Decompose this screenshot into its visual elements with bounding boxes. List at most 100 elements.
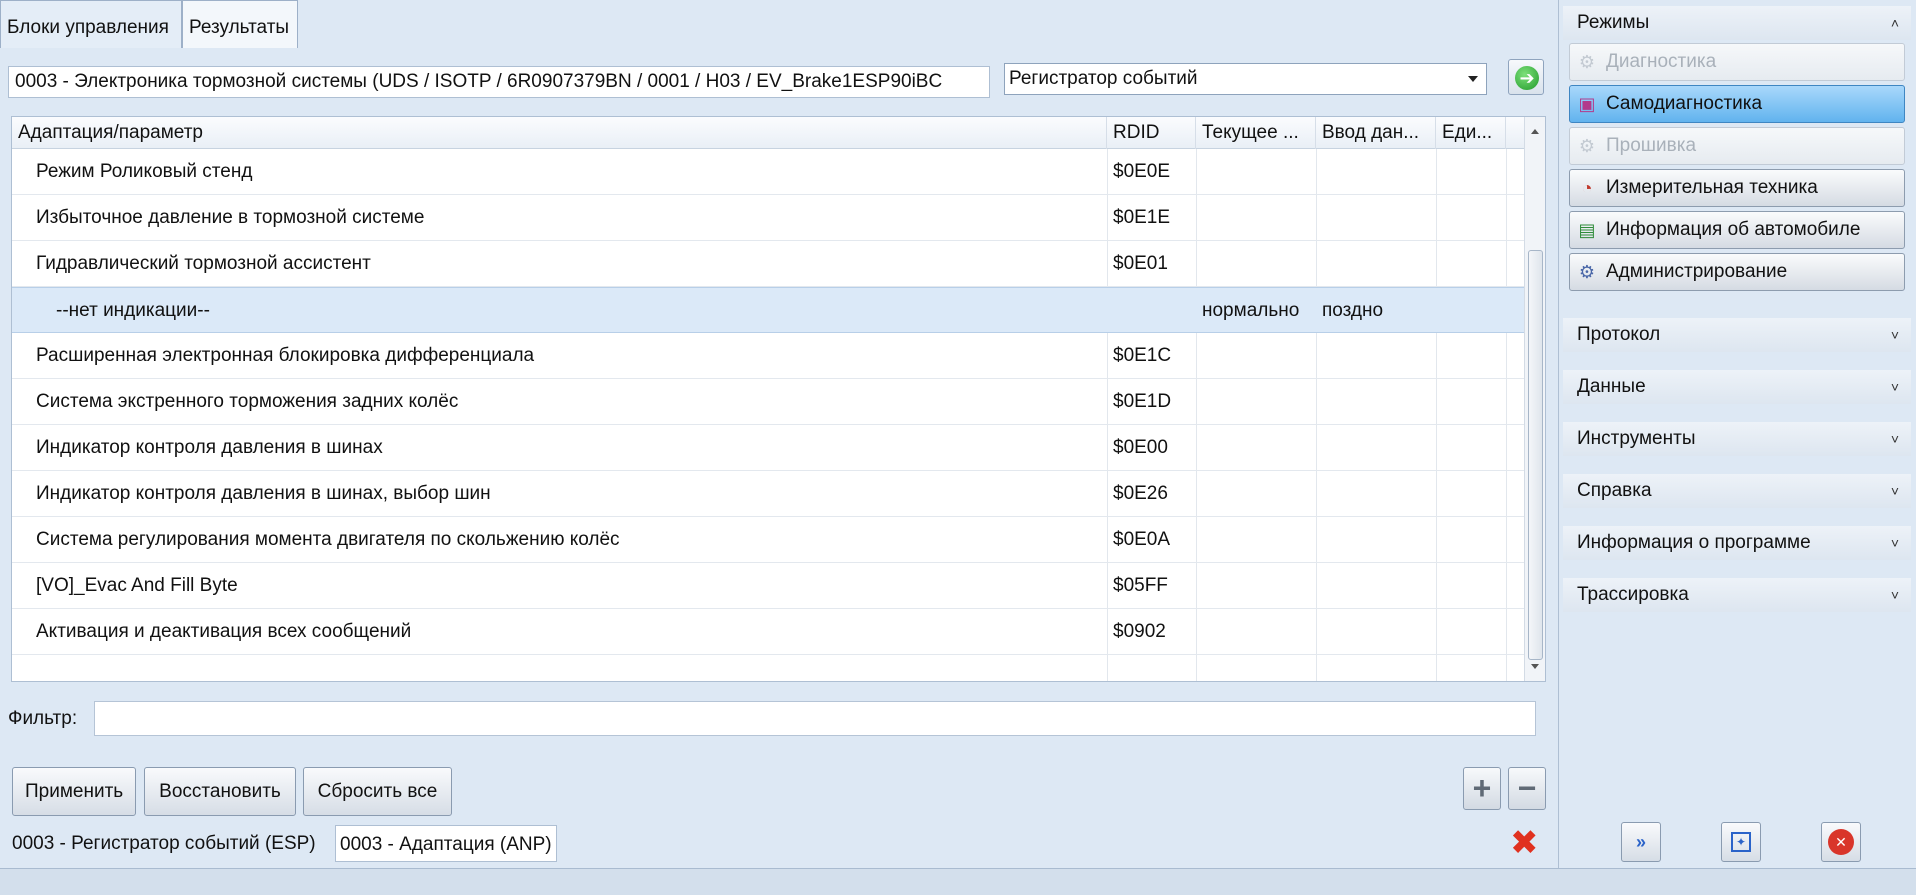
forward-button[interactable]: » — [1621, 822, 1661, 862]
param-cell: Индикатор контроля давления в шинах — [36, 437, 383, 458]
table-row[interactable]: Избыточное давление в тормозной системе … — [12, 195, 1524, 241]
apply-button[interactable]: Применить — [12, 767, 136, 816]
scroll-up-icon[interactable] — [1531, 129, 1539, 134]
table-row[interactable]: Система экстренного торможения задних ко… — [12, 379, 1524, 425]
param-cell: Индикатор контроля давления в шинах, выб… — [36, 483, 491, 504]
rdid-cell: $0E26 — [1113, 483, 1168, 504]
chevron-down-icon: ˅ — [1890, 535, 1899, 551]
table-row-selected[interactable]: --нет индикации-- нормально поздно — [12, 287, 1524, 333]
rdid-cell: $0E1D — [1113, 391, 1172, 412]
double-chevron-right-icon: » — [1635, 832, 1646, 852]
rdid-cell: $0E1C — [1113, 345, 1172, 366]
rdid-cell: $0E1E — [1113, 207, 1171, 228]
param-cell: Избыточное давление в тормозной системе — [36, 207, 425, 228]
tab-results[interactable]: Результаты — [182, 0, 298, 48]
mode-label: Администрирование — [1606, 261, 1788, 282]
section-tools[interactable]: Инструменты ˅ — [1563, 422, 1911, 456]
remove-button[interactable]: − — [1508, 767, 1546, 810]
chevron-down-icon — [1468, 76, 1478, 82]
table-row[interactable]: Режим Роликовый стенд $0E0E — [12, 149, 1524, 195]
chevron-up-icon: ˄ — [1890, 15, 1899, 31]
table-row[interactable]: [VO]_Evac And Fill Byte $05FF — [12, 563, 1524, 609]
section-label: Трассировка — [1577, 584, 1689, 605]
table-row[interactable]: Индикатор контроля давления в шинах $0E0… — [12, 425, 1524, 471]
right-panel: Режимы ˄ ⚙ Диагностика ▣ Самодиагностика… — [1558, 0, 1916, 868]
table-row[interactable]: Активация и деактивация всех сообщений $… — [12, 609, 1524, 655]
status-bar — [0, 868, 1916, 895]
mode-label: Информация об автомобиле — [1606, 219, 1861, 240]
section-protocol[interactable]: Протокол ˅ — [1563, 318, 1911, 352]
section-modes-label: Режимы — [1577, 12, 1650, 33]
tab-control-units[interactable]: Блоки управления — [0, 0, 182, 48]
rdid-cell: $05FF — [1113, 575, 1168, 596]
rdid-cell: $0E0A — [1113, 529, 1171, 550]
col-header-unit[interactable]: Еди... — [1436, 117, 1506, 149]
mode-select[interactable]: Регистратор событий — [1004, 63, 1487, 95]
rdid-cell: $0E01 — [1113, 253, 1168, 274]
col-header-input[interactable]: Ввод дан... — [1316, 117, 1436, 149]
chevron-down-icon: ˅ — [1890, 483, 1899, 499]
mode-label: Диагностика — [1606, 51, 1717, 72]
scroll-down-icon[interactable] — [1531, 664, 1539, 669]
books-icon: ▤ — [1578, 220, 1596, 240]
section-about[interactable]: Информация о программе ˅ — [1563, 526, 1911, 560]
restore-button[interactable]: Восстановить — [144, 767, 296, 816]
filter-input[interactable] — [94, 701, 1536, 736]
chevron-down-icon: ˅ — [1890, 431, 1899, 447]
table-scrollbar[interactable] — [1524, 117, 1545, 681]
gauge-icon: ◔ — [1581, 178, 1593, 198]
section-modes[interactable]: Режимы ˄ — [1563, 6, 1911, 40]
section-label: Справка — [1577, 480, 1652, 501]
col-header-rdid[interactable]: RDID — [1107, 117, 1196, 149]
param-cell: Гидравлический тормозной ассистент — [36, 253, 371, 274]
main-panel: Блоки управления Результаты 0003 - Элект… — [0, 0, 1558, 868]
col-header-current[interactable]: Текущее ... — [1196, 117, 1316, 149]
scrollbar-thumb[interactable] — [1528, 250, 1543, 660]
mode-label: Самодиагностика — [1606, 93, 1763, 114]
rdid-cell: $0E0E — [1113, 161, 1171, 182]
mode-vehicle-info[interactable]: ▤ Информация об автомобиле — [1569, 211, 1905, 249]
mode-label: Измерительная техника — [1606, 177, 1818, 198]
arrow-right-icon: ➔ — [1515, 66, 1539, 90]
col-header-param[interactable]: Адаптация/параметр — [12, 117, 1107, 149]
bottom-tab-adaptation[interactable]: 0003 - Адаптация (ANP) — [335, 825, 557, 862]
filter-label: Фильтр: — [8, 708, 78, 729]
section-tracing[interactable]: Трассировка ˅ — [1563, 578, 1911, 612]
close-icon[interactable]: ✖ — [1510, 826, 1539, 860]
param-cell: Активация и деактивация всех сообщений — [36, 621, 412, 642]
bottom-tab-event-recorder[interactable]: 0003 - Регистратор событий (ESP) — [8, 825, 320, 862]
mode-diagnostics: ⚙ Диагностика — [1569, 43, 1905, 81]
table-row[interactable]: Расширенная электронная блокировка диффе… — [12, 333, 1524, 379]
mode-administration[interactable]: ⚙ Администрирование — [1569, 253, 1905, 291]
param-cell: Расширенная электронная блокировка диффе… — [36, 345, 535, 366]
reset-all-button[interactable]: Сбросить все — [303, 767, 452, 816]
exit-button[interactable]: ✕ — [1821, 822, 1861, 862]
rdid-cell: $0E00 — [1113, 437, 1168, 458]
table-row[interactable]: Система регулирования момента двигателя … — [12, 517, 1524, 563]
mode-measurement[interactable]: ◔ Измерительная техника — [1569, 169, 1905, 207]
add-button[interactable]: + — [1463, 767, 1501, 810]
mode-label: Прошивка — [1606, 135, 1697, 156]
mode-select-value: Регистратор событий — [1009, 68, 1198, 89]
section-label: Данные — [1577, 376, 1646, 397]
settings-icon: ⚙ — [1578, 262, 1596, 282]
param-cell: --нет индикации-- — [56, 300, 210, 321]
go-button[interactable]: ➔ — [1508, 59, 1544, 95]
param-cell: Система экстренного торможения задних ко… — [36, 391, 459, 412]
gears-icon: ⚙ — [1578, 52, 1596, 72]
input-value-cell[interactable]: поздно — [1316, 288, 1436, 334]
mode-self-diagnostics[interactable]: ▣ Самодиагностика — [1569, 85, 1905, 123]
table-row[interactable]: Гидравлический тормозной ассистент $0E01 — [12, 241, 1524, 287]
gears-icon: ⚙ — [1578, 136, 1596, 156]
section-help[interactable]: Справка ˅ — [1563, 474, 1911, 508]
fit-button[interactable]: ✦ — [1721, 822, 1761, 862]
mode-flashing: ⚙ Прошивка — [1569, 127, 1905, 165]
table-row[interactable]: Индикатор контроля давления в шинах, выб… — [12, 471, 1524, 517]
section-label: Протокол — [1577, 324, 1661, 345]
adaptation-table: Адаптация/параметр RDID Текущее ... Ввод… — [11, 116, 1546, 682]
target-icon: ✦ — [1731, 832, 1751, 852]
section-data[interactable]: Данные ˅ — [1563, 370, 1911, 404]
chevron-down-icon: ˅ — [1890, 327, 1899, 343]
param-cell: Режим Роликовый стенд — [36, 161, 253, 182]
chevron-down-icon: ˅ — [1890, 379, 1899, 395]
